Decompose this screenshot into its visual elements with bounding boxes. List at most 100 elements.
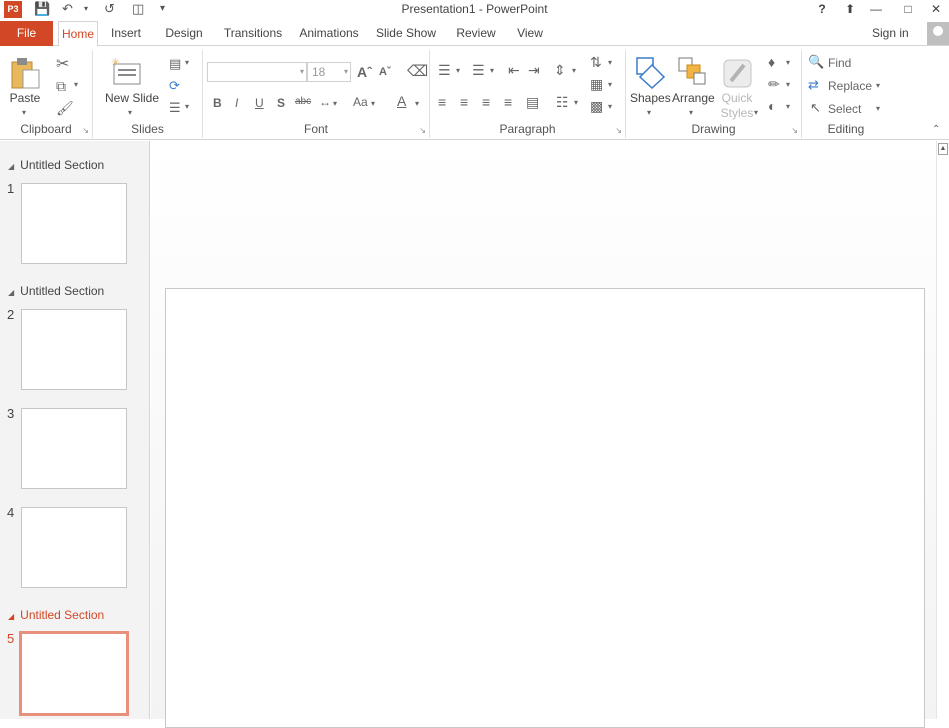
select-cursor-icon[interactable]: ↖ (810, 100, 821, 116)
clipboard-launcher-icon[interactable]: ↘ (82, 126, 89, 135)
font-size-dropdown-icon[interactable]: ▾ (344, 63, 348, 81)
new-slide-button[interactable]: New Slide (93, 91, 171, 105)
change-case-dropdown-icon[interactable]: ▾ (371, 99, 375, 108)
shapes-button[interactable]: Shapes (630, 91, 671, 105)
slide-thumbnail-3[interactable] (21, 408, 127, 489)
section-header-3[interactable]: ◢ Untitled Section (8, 608, 104, 622)
find-button[interactable]: Find (828, 56, 851, 70)
text-direction-dropdown-icon[interactable]: ▾ (608, 58, 612, 67)
layout-icon[interactable]: ▤ (169, 56, 181, 72)
paragraph-launcher-icon[interactable]: ↘ (615, 126, 622, 135)
character-spacing-icon[interactable]: ↔ (319, 95, 331, 109)
smartart-dropdown-icon[interactable]: ▾ (608, 102, 612, 111)
slide-canvas[interactable] (165, 288, 925, 728)
change-case-icon[interactable]: Aa (353, 95, 368, 109)
avatar[interactable] (927, 22, 949, 45)
copy-icon[interactable]: ⧉ (56, 78, 66, 95)
align-left-icon[interactable]: ≡ (438, 94, 446, 110)
sign-in-link[interactable]: Sign in (872, 21, 909, 46)
reset-slide-icon[interactable]: ⟳ (169, 78, 180, 94)
shapes-dropdown-icon[interactable]: ▾ (647, 108, 651, 117)
font-launcher-icon[interactable]: ↘ (419, 126, 426, 135)
bullets-dropdown-icon[interactable]: ▾ (456, 66, 460, 75)
underline-icon[interactable]: U (255, 96, 264, 110)
section-collapse-icon[interactable]: ◢ (8, 288, 14, 297)
tab-animations[interactable]: Animations (292, 21, 366, 46)
tab-insert[interactable]: Insert (104, 21, 148, 46)
close-icon[interactable]: ✕ (924, 0, 948, 18)
align-center-icon[interactable]: ≡ (460, 94, 468, 110)
distributed-icon[interactable]: ▤ (526, 94, 539, 111)
vertical-scrollbar[interactable]: ▲ (936, 141, 949, 719)
shape-effects-icon[interactable]: ◐ (768, 98, 776, 114)
quick-styles-icon[interactable] (722, 55, 754, 89)
tab-slide-show[interactable]: Slide Show (368, 21, 444, 46)
replace-button[interactable]: Replace (828, 79, 872, 93)
shape-fill-dropdown-icon[interactable]: ▾ (786, 58, 790, 67)
replace-icon[interactable]: ⇄ (808, 77, 819, 93)
shape-fill-icon[interactable]: ♦ (768, 54, 775, 70)
smartart-icon[interactable]: ▩ (590, 98, 603, 115)
format-painter-icon[interactable]: 🖌 (56, 100, 74, 117)
font-color-dropdown-icon[interactable]: ▾ (415, 99, 419, 108)
copy-dropdown-icon[interactable]: ▾ (74, 80, 78, 89)
numbering-dropdown-icon[interactable]: ▾ (490, 66, 494, 75)
shapes-icon[interactable] (634, 55, 666, 89)
bold-icon[interactable]: B (213, 96, 222, 110)
quick-styles-dropdown-icon[interactable]: ▾ (754, 108, 758, 117)
arrange-button[interactable]: Arrange (672, 91, 715, 105)
select-button[interactable]: Select (828, 102, 861, 116)
collapse-ribbon-icon[interactable]: ⌃ (932, 124, 940, 135)
section-collapse-icon[interactable]: ◢ (8, 162, 14, 171)
minimize-icon[interactable]: — (864, 0, 888, 18)
character-spacing-dropdown-icon[interactable]: ▾ (333, 99, 337, 108)
justify-icon[interactable]: ≡ (504, 94, 512, 110)
increase-font-size-icon[interactable]: Aˆ (357, 64, 372, 80)
tab-design[interactable]: Design (154, 21, 214, 46)
tab-file[interactable]: File (0, 21, 53, 46)
tab-review[interactable]: Review (448, 21, 504, 46)
ribbon-display-options-icon[interactable]: ⬆ (838, 0, 862, 18)
maximize-icon[interactable]: □ (896, 0, 920, 18)
tab-transitions[interactable]: Transitions (216, 21, 290, 46)
section-header-2[interactable]: ◢ Untitled Section (8, 284, 104, 298)
line-spacing-dropdown-icon[interactable]: ▾ (572, 66, 576, 75)
font-size-combo[interactable]: 18 ▾ (307, 62, 351, 82)
section-icon[interactable]: ☰ (169, 100, 181, 116)
text-direction-icon[interactable]: ⇅ (590, 54, 602, 71)
slide-thumbnail-1[interactable] (21, 183, 127, 264)
font-name-combo[interactable]: ▾ (207, 62, 307, 82)
shape-outline-icon[interactable]: ✏ (768, 76, 780, 93)
align-text-icon[interactable]: ▦ (590, 76, 603, 93)
text-shadow-icon[interactable]: S (277, 96, 285, 110)
align-text-dropdown-icon[interactable]: ▾ (608, 80, 612, 89)
shape-effects-dropdown-icon[interactable]: ▾ (786, 102, 790, 111)
replace-dropdown-icon[interactable]: ▾ (876, 81, 880, 90)
italic-icon[interactable]: I (235, 96, 238, 110)
arrange-dropdown-icon[interactable]: ▾ (689, 108, 693, 117)
drawing-launcher-icon[interactable]: ↘ (791, 126, 798, 135)
align-right-icon[interactable]: ≡ (482, 94, 490, 110)
help-button[interactable]: ? (810, 0, 834, 18)
scroll-up-icon[interactable]: ▲ (938, 143, 948, 155)
arrange-icon[interactable] (676, 55, 708, 89)
font-color-icon[interactable]: A (397, 93, 406, 109)
paste-dropdown-icon[interactable]: ▾ (22, 108, 26, 117)
strikethrough-icon[interactable]: abc (295, 96, 311, 107)
slide-thumbnail-4[interactable] (21, 507, 127, 588)
section-dropdown-icon[interactable]: ▾ (185, 102, 189, 111)
section-collapse-icon[interactable]: ◢ (8, 612, 14, 621)
section-header-1[interactable]: ◢ Untitled Section (8, 158, 104, 172)
decrease-indent-icon[interactable]: ⇤ (508, 62, 520, 79)
paste-button[interactable]: Paste (0, 91, 50, 105)
slide-thumbnail-2[interactable] (21, 309, 127, 390)
decrease-font-size-icon[interactable]: Aˇ (379, 66, 391, 78)
line-spacing-icon[interactable]: ⇕ (554, 62, 566, 79)
columns-icon[interactable]: ☷ (556, 94, 569, 111)
bullets-icon[interactable]: ☰ (438, 62, 451, 79)
tab-home[interactable]: Home (58, 21, 98, 47)
font-name-dropdown-icon[interactable]: ▾ (300, 63, 304, 81)
binoculars-icon[interactable]: 🔍 (808, 54, 824, 70)
numbering-icon[interactable]: ☰ (472, 62, 485, 79)
clear-formatting-icon[interactable]: ⌫ (407, 62, 428, 80)
